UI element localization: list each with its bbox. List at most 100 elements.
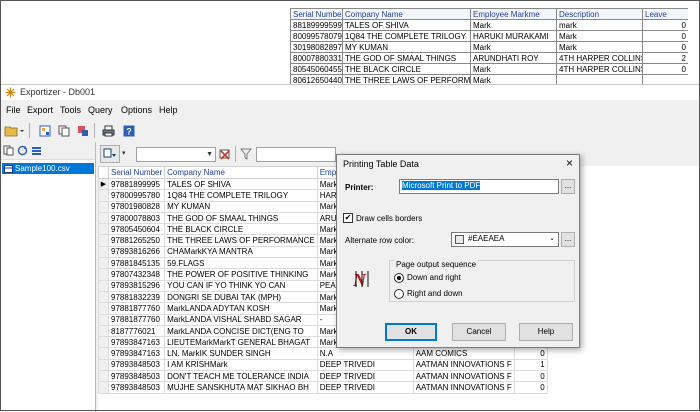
grid-cell[interactable]: 97893848503 [107,370,166,383]
alt-color-select[interactable]: #EAEAEA ⌄ [451,232,559,247]
grid-cell[interactable]: 97881899995 [107,177,166,191]
grid-cell[interactable]: 97881265250 [107,234,166,247]
grid-cell[interactable]: THE THREE LAWS OF PERFORMANCE [164,234,318,247]
menu-export[interactable]: Export [27,105,53,115]
grid-cell[interactable]: MUJHE SANSKHUTA MAT SIKHAO BH [164,381,318,394]
printer-browse-button[interactable]: ... [561,179,575,194]
grid-cell[interactable]: 97881845135 [107,257,166,270]
grid-cell[interactable]: 97893848503 [107,381,166,394]
grid-cell[interactable]: 0 [513,381,548,394]
grid-cell[interactable]: MarkLANDA VISHAL SHABD SAGAR [164,313,318,326]
grid-cell[interactable]: AATMAN INNOVATIONS F [412,370,515,383]
dialog-title: Printing Table Data [343,159,419,169]
ok-button[interactable]: OK [385,323,437,341]
grid-cell[interactable]: 97801980828 [107,200,166,213]
preview-cell: 0 [642,30,688,42]
draw-borders-checkbox[interactable]: ✔ [343,213,353,223]
grid-cell[interactable]: MarkLANDA ADYTAN KOSH [164,302,318,315]
grid-cell[interactable]: 1 [513,358,548,372]
menu-tools[interactable]: Tools [60,105,81,115]
menu-help[interactable]: Help [159,105,178,115]
grid-cell[interactable]: 97800078803 [107,211,166,225]
transfer-button[interactable] [74,122,92,139]
grid-cell[interactable]: THE GOD OF SMAAL THINGS [164,211,318,225]
preview-column-header: Leave [642,8,688,20]
grid-cell[interactable]: YOU CAN IF YO THINK YO CAN [164,279,318,292]
grid-cell[interactable]: 0 [513,370,548,383]
grid-cell[interactable]: MY KUMAN [164,200,318,213]
grid-cell[interactable]: 97881877760 [107,313,166,326]
grid-cell[interactable]: DEEP TRIVEDI [316,370,414,383]
folder-icon [4,126,24,136]
table-row[interactable]: 97893848503 DON'T TEACH ME TOLERANCE INDI… [98,370,548,383]
grid-cell[interactable]: AATMAN INNOVATIONS F [412,381,515,394]
menu-file[interactable]: File [6,105,21,115]
grid-cell[interactable]: 97881832239 [107,290,166,304]
file-item-sample100[interactable]: Sample100.csv [2,163,94,174]
filter-funnel-icon[interactable] [240,148,252,160]
grid-cell[interactable]: 97893815296 [107,279,166,292]
grid-column-header[interactable]: Serial Number [107,166,166,179]
table-row[interactable]: 97893847163 LN. MarkIK SUNDER SINGH N.A AAM… [98,347,548,360]
grid-cell[interactable]: I AM KRISHMark [164,358,318,372]
grid-cell[interactable]: 97893847163 [107,336,166,349]
grid-cell[interactable]: MarkLANDA CONCISE DICT(ENG TO [164,324,318,338]
filter-field-combo[interactable]: ▼ [136,147,216,162]
grid-column-header[interactable]: Company Name [164,166,318,179]
alt-color-swatch [455,235,464,244]
grid-cell[interactable]: LN. MarkIK SUNDER SINGH [164,347,318,360]
grid-cell[interactable]: DONGRI SE DUBAI TAK (MPH) [164,290,318,304]
help-dialog-button[interactable]: Help [519,323,573,341]
print-button[interactable] [99,122,117,139]
copy-button[interactable] [55,122,73,139]
grid-cell[interactable]: AAM COMICS [412,347,515,360]
radio-down-and-right[interactable] [394,273,404,283]
grid-cell[interactable]: 0 [513,347,548,360]
list-view-icon[interactable] [31,145,42,156]
grid-cell[interactable]: 97893816266 [107,245,166,259]
grid-cell[interactable]: AATMAN INNOVATIONS F [412,358,515,372]
grid-cell[interactable]: 97800995780 [107,189,166,202]
page-sequence-group: Page output sequence Down and right Righ… [389,260,575,302]
grid-cell[interactable]: 97893848503 [107,358,166,372]
table-row[interactable]: 97893848503 MUJHE SANSKHUTA MAT SIKHAO BH… [98,381,548,394]
grid-cell[interactable]: DEEP TRIVEDI [316,358,414,372]
grid-cell[interactable]: THE BLACK CIRCLE [164,223,318,236]
table-row[interactable]: 97893848503 I AM KRISHMark DEEP TRIVEDI AAT… [98,358,548,372]
table-options-button[interactable] [100,145,120,163]
clear-filter-icon[interactable] [219,148,231,160]
grid-cell[interactable]: 97881877760 [107,302,166,315]
preview-row: 88189999599 TALES OF SHIVA Mark mark 0 [290,19,688,31]
table-export-icon [103,148,116,158]
filter-text-input[interactable] [256,147,336,162]
menu-options[interactable]: Options [121,105,152,115]
grid-cell[interactable]: 1Q84 THE COMPLETE TRILOGY [164,189,318,202]
preview-cell: TALES OF SHIVA [342,19,471,31]
grid-cell[interactable]: TALES OF SHIVA [164,177,318,191]
chevron-down-icon[interactable]: ▾ [122,145,130,163]
grid-cell[interactable]: CHAMarkKYA MANTRA [164,245,318,259]
preview-cell: THE BLACK CIRCLE [342,63,471,75]
menu-query[interactable]: Query [88,105,113,115]
printer-select[interactable]: Microsoft Print to PDF [399,179,559,194]
cancel-button[interactable]: Cancel [452,323,506,341]
grid-cell[interactable]: LIEUTEMarkMarkT GENERAL BHAGAT [164,336,318,349]
refresh-icon[interactable] [17,145,28,156]
color-browse-button[interactable]: ... [561,232,575,247]
open-folder-button[interactable] [2,122,26,139]
grid-cell[interactable]: N.A [316,347,414,360]
close-icon[interactable]: × [566,156,573,170]
grid-cell[interactable]: 8187776021 [107,324,166,338]
preview-cell: 0 [642,41,688,53]
grid-cell[interactable]: 97893847163 [107,347,166,360]
radio-right-and-down[interactable] [394,289,404,299]
grid-cell[interactable]: DON'T TEACH ME TOLERANCE INDIA [164,370,318,383]
grid-cell[interactable]: 97807432348 [107,268,166,281]
grid-cell[interactable]: DEEP TRIVEDI [316,381,414,394]
grid-cell[interactable]: 59.FLAGS [164,257,318,270]
grid-cell[interactable]: THE POWER OF POSITIVE THINKING [164,268,318,281]
grid-cell[interactable]: 97805450604 [107,223,166,236]
export-button[interactable] [36,122,54,139]
help-button[interactable]: ? [120,122,138,139]
open-file-icon[interactable] [3,145,14,156]
